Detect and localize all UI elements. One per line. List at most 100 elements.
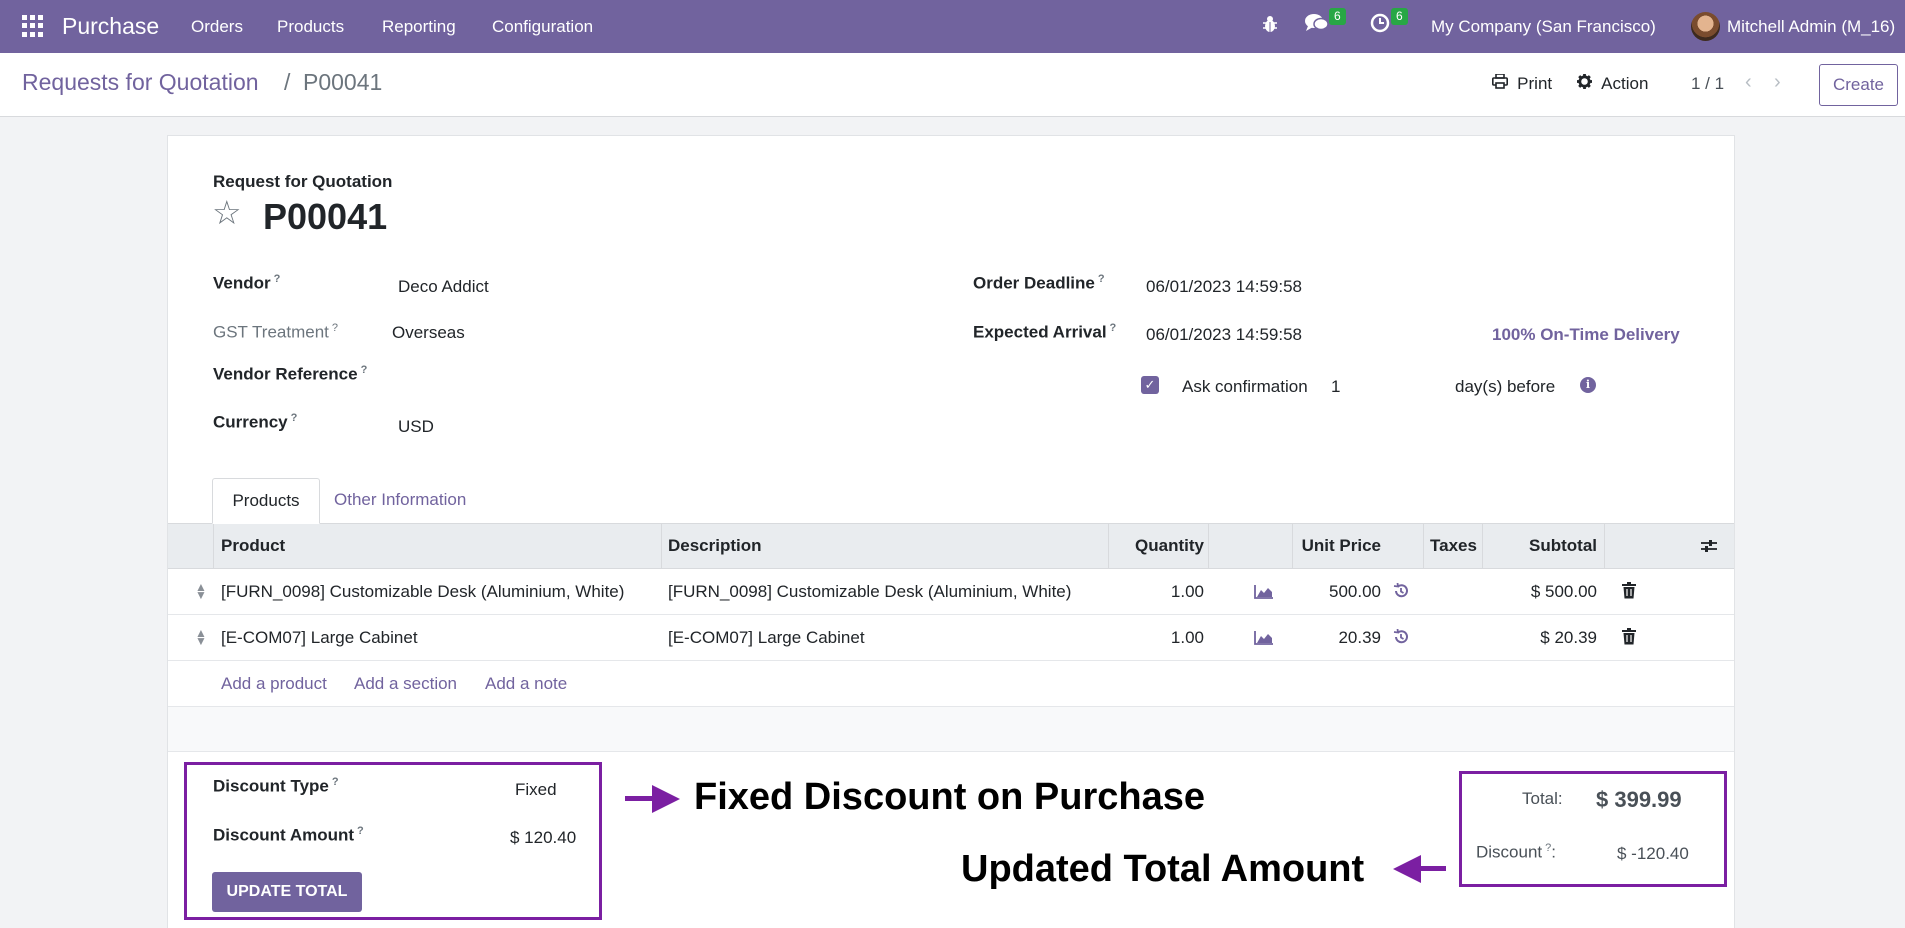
gear-icon — [1577, 74, 1596, 93]
discount-total-value: $ -120.40 — [1617, 844, 1689, 863]
messages-chat-icon[interactable] — [1305, 13, 1329, 39]
drag-handle-icon[interactable]: ▲ ▼ — [195, 627, 207, 647]
days-before-label: day(s) before — [1455, 377, 1556, 396]
gst-treatment-label: GST Treatment? — [213, 322, 339, 342]
delete-trash-icon[interactable] — [1622, 582, 1636, 604]
annotation-fixed-discount: Fixed Discount on Purchase — [694, 776, 1205, 818]
discount-total-label: Discount?: — [1476, 842, 1556, 862]
discount-amount-field[interactable]: $ 120.40 — [510, 828, 576, 848]
column-product[interactable]: Product — [221, 536, 285, 556]
order-deadline-label: Order Deadline? — [973, 273, 1105, 293]
history-icon[interactable] — [1393, 582, 1409, 604]
row-quantity[interactable]: 1.00 — [1110, 628, 1204, 648]
menu-reporting[interactable]: Reporting — [382, 17, 456, 37]
control-panel: Requests for Quotation / P00041 Print Ac… — [0, 53, 1905, 117]
record-type-label: Request for Quotation — [213, 172, 393, 191]
company-switcher[interactable]: My Company (San Francisco) — [1431, 17, 1656, 37]
user-avatar[interactable] — [1691, 12, 1720, 41]
user-menu[interactable]: Mitchell Admin (M_16) — [1727, 17, 1895, 37]
annotation-arrow-right — [625, 796, 655, 801]
column-quantity[interactable]: Quantity — [1110, 536, 1204, 556]
menu-orders[interactable]: Orders — [191, 17, 243, 37]
row-product[interactable]: [FURN_0098] Customizable Desk (Aluminium… — [221, 582, 624, 602]
column-unit-price[interactable]: Unit Price — [1292, 536, 1381, 556]
tab-products[interactable]: Products — [212, 478, 320, 524]
vendor-field[interactable]: Deco Addict — [398, 277, 489, 297]
print-button[interactable]: Print — [1492, 73, 1553, 94]
total-label: Total: — [1522, 789, 1563, 808]
row-subtotal: $ 500.00 — [1530, 582, 1597, 601]
order-deadline-field[interactable]: 06/01/2023 14:59:58 — [1146, 277, 1302, 297]
row-unit-price[interactable]: 20.39 — [1292, 628, 1381, 648]
add-note-link[interactable]: Add a note — [485, 674, 567, 694]
vendor-label: Vendor? — [213, 273, 281, 293]
total-value: $ 399.99 — [1596, 787, 1682, 812]
row-description[interactable]: [FURN_0098] Customizable Desk (Aluminium… — [668, 582, 1071, 602]
on-time-delivery-link[interactable]: 100% On-Time Delivery — [1492, 325, 1680, 345]
messages-badge: 6 — [1329, 8, 1346, 25]
forecast-area-chart-icon[interactable] — [1254, 584, 1274, 604]
breadcrumb-separator: / — [284, 69, 291, 95]
vendor-reference-field[interactable] — [398, 364, 798, 386]
column-description[interactable]: Description — [668, 536, 762, 556]
add-product-link[interactable]: Add a product — [221, 674, 327, 694]
app-name[interactable]: Purchase — [62, 13, 159, 40]
reminder-days-field[interactable]: 1 — [1331, 377, 1340, 397]
top-navbar: Purchase Orders Products Reporting Confi… — [0, 0, 1905, 53]
breadcrumb-current: P00041 — [303, 69, 383, 95]
apps-grid-icon[interactable] — [22, 15, 44, 37]
info-icon[interactable]: i — [1580, 377, 1596, 393]
activities-clock-icon[interactable] — [1370, 13, 1390, 39]
ask-confirmation-checkbox[interactable]: ✓ — [1141, 376, 1159, 394]
row-unit-price[interactable]: 500.00 — [1292, 582, 1381, 602]
debug-bug-icon[interactable] — [1262, 15, 1278, 38]
menu-configuration[interactable]: Configuration — [492, 17, 593, 37]
expected-arrival-label: Expected Arrival? — [973, 322, 1117, 342]
print-label: Print — [1517, 74, 1553, 93]
totals-highlight-box — [1459, 771, 1727, 887]
record-reference: P00041 — [263, 196, 388, 237]
column-subtotal[interactable]: Subtotal — [1486, 536, 1597, 556]
breadcrumb-parent[interactable]: Requests for Quotation — [22, 69, 259, 96]
row-subtotal: $ 20.39 — [1540, 628, 1597, 647]
discount-amount-label: Discount Amount? — [213, 825, 364, 845]
ask-confirmation-label: Ask confirmation — [1182, 377, 1308, 396]
menu-products[interactable]: Products — [277, 17, 344, 37]
annotation-arrowhead-right — [652, 785, 680, 813]
update-total-button[interactable]: UPDATE TOTAL — [212, 872, 362, 912]
currency-field[interactable]: USD — [398, 417, 434, 437]
row-product[interactable]: [E-COM07] Large Cabinet — [221, 628, 418, 648]
drag-handle-icon[interactable]: ▲ ▼ — [195, 581, 207, 601]
pager-value[interactable]: 1 / 1 — [1691, 74, 1724, 94]
pager-next-icon[interactable]: › — [1774, 71, 1781, 94]
action-button[interactable]: Action — [1577, 74, 1648, 94]
star-icon[interactable]: ☆ — [212, 196, 242, 229]
pager-prev-icon[interactable]: ‹ — [1745, 71, 1752, 94]
delete-trash-icon[interactable] — [1622, 628, 1636, 650]
discount-type-field[interactable]: Fixed — [515, 780, 557, 800]
row-quantity[interactable]: 1.00 — [1110, 582, 1204, 602]
action-label: Action — [1601, 74, 1649, 93]
form-sheet: Request for Quotation ☆ P00041 Vendor? D… — [167, 135, 1735, 928]
annotation-arrowhead-left — [1393, 855, 1421, 883]
row-description[interactable]: [E-COM07] Large Cabinet — [668, 628, 865, 648]
tab-other-information[interactable]: Other Information — [334, 490, 466, 510]
annotation-arrow-left — [1418, 866, 1446, 871]
create-button[interactable]: Create — [1819, 64, 1898, 106]
annotation-updated-total: Updated Total Amount — [961, 848, 1365, 890]
forecast-area-chart-icon[interactable] — [1254, 630, 1274, 650]
discount-type-label: Discount Type? — [213, 776, 339, 796]
history-icon[interactable] — [1393, 628, 1409, 650]
column-taxes[interactable]: Taxes — [1430, 536, 1477, 556]
expected-arrival-field[interactable]: 06/01/2023 14:59:58 — [1146, 325, 1302, 345]
vendor-reference-label: Vendor Reference? — [213, 364, 368, 384]
currency-label: Currency? — [213, 412, 298, 432]
add-section-link[interactable]: Add a section — [354, 674, 457, 694]
table-row[interactable]: ▲ ▼ [FURN_0098] Customizable Desk (Alumin… — [168, 569, 1734, 615]
table-row[interactable]: ▲ ▼ [E-COM07] Large Cabinet [E-COM07] Lar… — [168, 615, 1734, 661]
printer-icon — [1492, 73, 1512, 93]
gst-treatment-field[interactable]: Overseas — [392, 323, 465, 343]
order-lines-header: Product Description Quantity Unit Price … — [168, 523, 1734, 570]
optional-columns-icon[interactable] — [1700, 538, 1718, 559]
activities-badge: 6 — [1391, 8, 1408, 25]
